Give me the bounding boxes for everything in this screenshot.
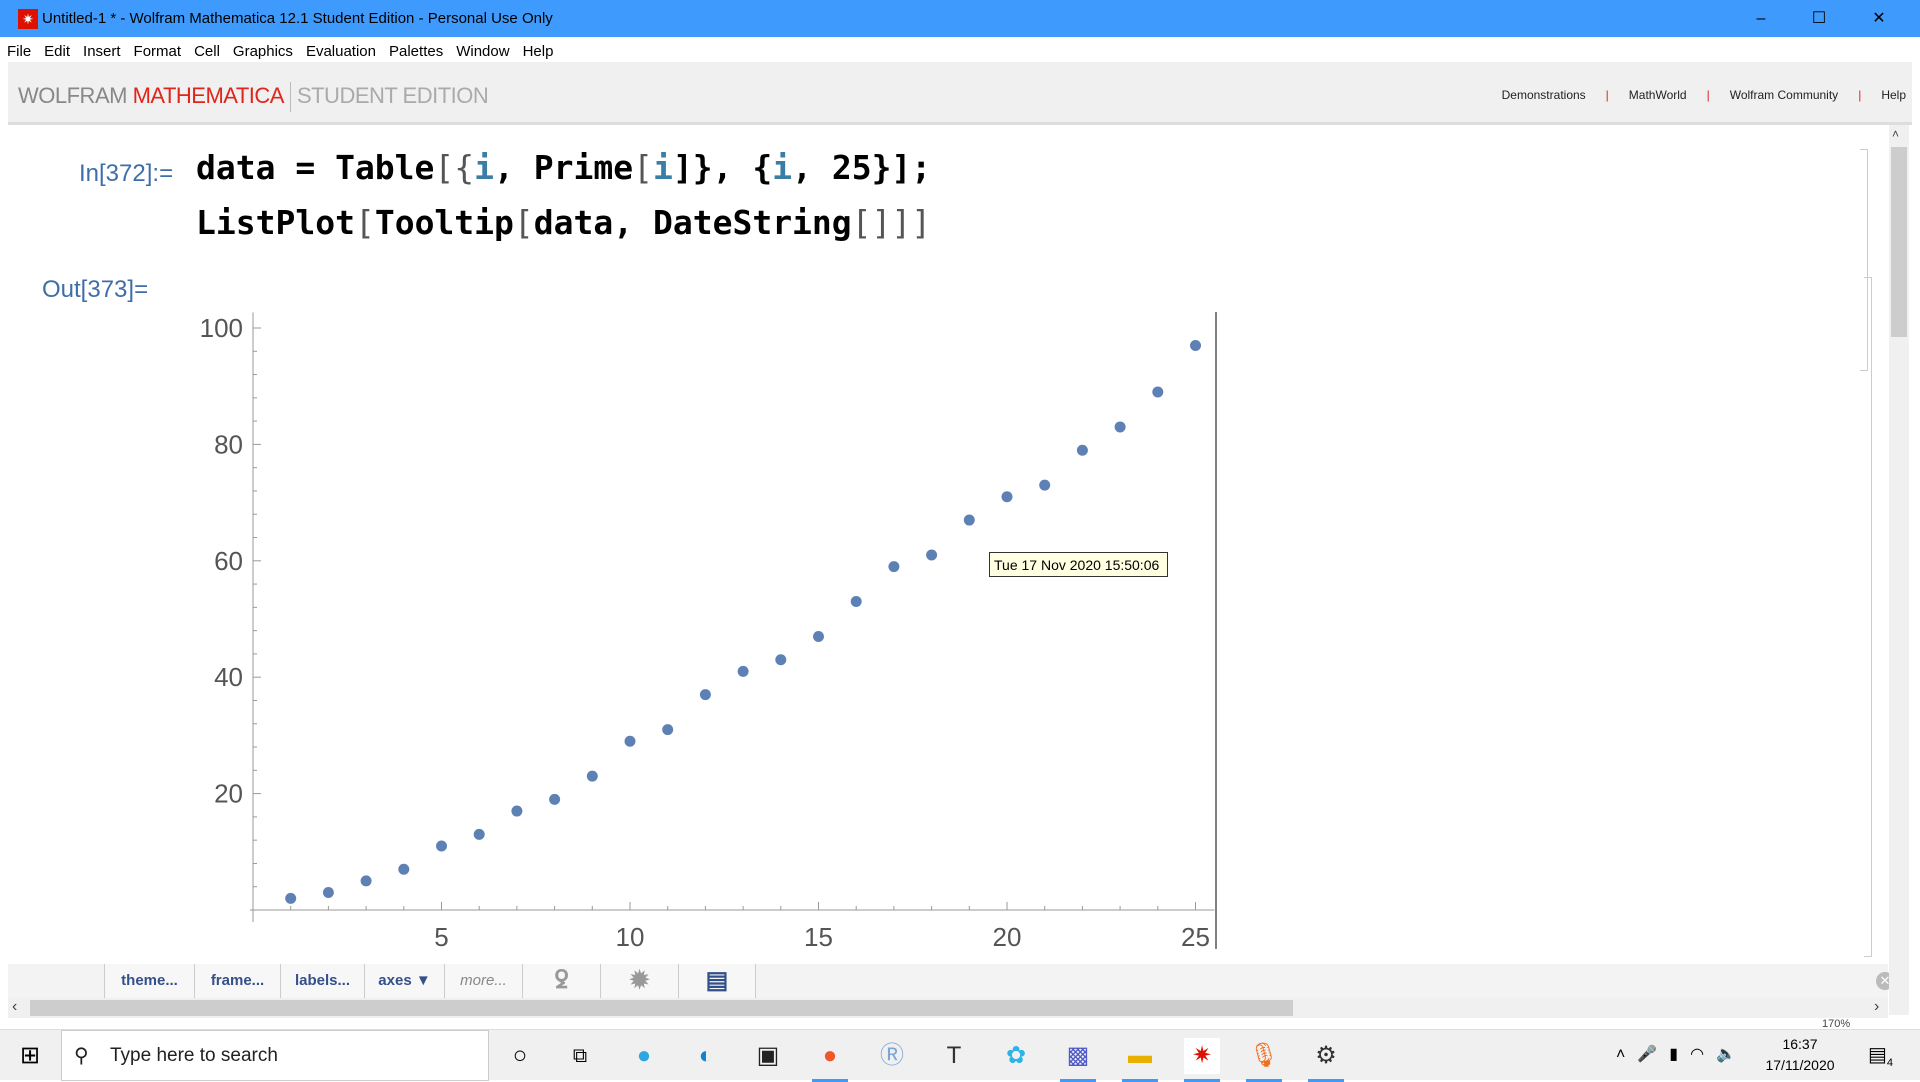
y-tick-label: 20 — [214, 779, 243, 809]
x-tick-label: 15 — [804, 922, 833, 952]
data-point — [511, 805, 523, 817]
teams-icon[interactable]: ▩ — [1060, 1038, 1096, 1082]
edge-icon[interactable]: ◐ — [688, 1038, 724, 1074]
data-point — [926, 549, 938, 561]
data-point — [813, 630, 824, 642]
vertical-scrollbar[interactable]: ˄ — [1889, 125, 1909, 1015]
data-point — [888, 561, 900, 573]
scroll-up-icon[interactable]: ˄ — [1892, 127, 1906, 145]
search-placeholder: Type here to search — [110, 1045, 278, 1066]
data-point — [549, 793, 561, 805]
settings-icon[interactable]: ⚙ — [1308, 1038, 1344, 1082]
typora-icon[interactable]: T — [936, 1038, 972, 1074]
store-icon[interactable]: ▣ — [750, 1038, 786, 1074]
scroll-right-icon[interactable]: › — [1874, 998, 1879, 1016]
vertical-scroll-thumb[interactable] — [1891, 147, 1907, 337]
horizontal-scroll-thumb[interactable] — [30, 1000, 1293, 1016]
x-tick-label: 20 — [993, 922, 1022, 952]
search-icon: ⚲ — [74, 1045, 89, 1067]
data-point — [775, 654, 787, 666]
suggestions-bar: theme... frame... labels... axes ▼ more.… — [8, 964, 1894, 998]
r-app-icon[interactable]: Ⓡ — [874, 1038, 910, 1074]
data-point — [1001, 491, 1013, 503]
theme-button[interactable]: theme... — [104, 964, 194, 998]
cortana-icon[interactable]: ○ — [502, 1038, 538, 1074]
app-icon[interactable]: ✿ — [998, 1038, 1034, 1074]
data-point — [473, 828, 485, 840]
notifications-icon[interactable]: ▤4 — [1868, 1042, 1893, 1069]
task-view-icon[interactable]: ⧉ — [562, 1038, 598, 1074]
scroll-left-icon[interactable]: ‹ — [12, 998, 17, 1016]
clock-date: 17/11/2020 — [1765, 1057, 1835, 1073]
clock[interactable]: 16:37 17/11/2020 — [1760, 1036, 1840, 1073]
clock-time: 16:37 — [1782, 1036, 1818, 1052]
labels-button[interactable]: labels... — [280, 964, 364, 998]
tooltip: Tue 17 Nov 2020 15:50:06 — [989, 552, 1168, 577]
windows-start-icon[interactable]: ⊞ — [12, 1038, 48, 1074]
data-point — [360, 875, 372, 887]
data-point — [398, 863, 410, 875]
file-explorer-icon[interactable]: ▬ — [1122, 1038, 1158, 1082]
iterate-icon[interactable]: ꝿ — [522, 964, 600, 998]
data-point — [436, 840, 447, 852]
y-tick-label: 60 — [214, 546, 243, 576]
x-tick-label: 5 — [434, 922, 448, 952]
taskbar: ⊞ ⚲ Type here to search ○ ⧉ ● ◐ ▣ ● Ⓡ T … — [0, 1029, 1920, 1082]
system-tray-icons[interactable]: ˄🎤▮◠🔈 — [1616, 1044, 1748, 1064]
microphone-app-icon[interactable]: 🎙 — [1246, 1038, 1282, 1082]
data-point — [737, 665, 749, 677]
data-point — [586, 770, 598, 782]
x-tick-label: 10 — [616, 922, 645, 952]
data-point — [1039, 479, 1051, 491]
firefox-icon[interactable]: ● — [812, 1038, 848, 1082]
data-point — [699, 689, 711, 701]
data-point — [322, 887, 334, 899]
data-point — [1114, 421, 1126, 433]
list-plot[interactable]: 5 10 15 20 25 20 40 60 80 100 — [0, 0, 1920, 1080]
horizontal-scrollbar[interactable]: ‹ › — [8, 998, 1888, 1018]
data-point — [1152, 386, 1164, 398]
data-point — [285, 892, 297, 904]
y-tick-label: 100 — [200, 313, 243, 343]
more-button[interactable]: more... — [444, 964, 522, 998]
comment-icon[interactable]: ▤ — [678, 964, 756, 998]
data-point — [963, 514, 975, 526]
data-point — [1076, 444, 1088, 456]
axes-dropdown[interactable]: axes ▼ — [364, 964, 444, 998]
data-point — [662, 724, 674, 736]
x-tick-label: 25 — [1181, 922, 1210, 952]
data-point — [624, 735, 636, 747]
data-point — [1190, 339, 1201, 351]
y-tick-label: 80 — [214, 429, 243, 459]
y-tick-label: 40 — [214, 662, 243, 692]
data-point — [850, 596, 862, 608]
gear-icon[interactable]: ✹ — [600, 964, 678, 998]
taskbar-search[interactable]: ⚲ Type here to search — [61, 1030, 489, 1081]
frame-button[interactable]: frame... — [194, 964, 280, 998]
telegram-icon[interactable]: ● — [626, 1038, 662, 1074]
mathematica-taskbar-icon[interactable]: ✷ — [1184, 1038, 1220, 1082]
